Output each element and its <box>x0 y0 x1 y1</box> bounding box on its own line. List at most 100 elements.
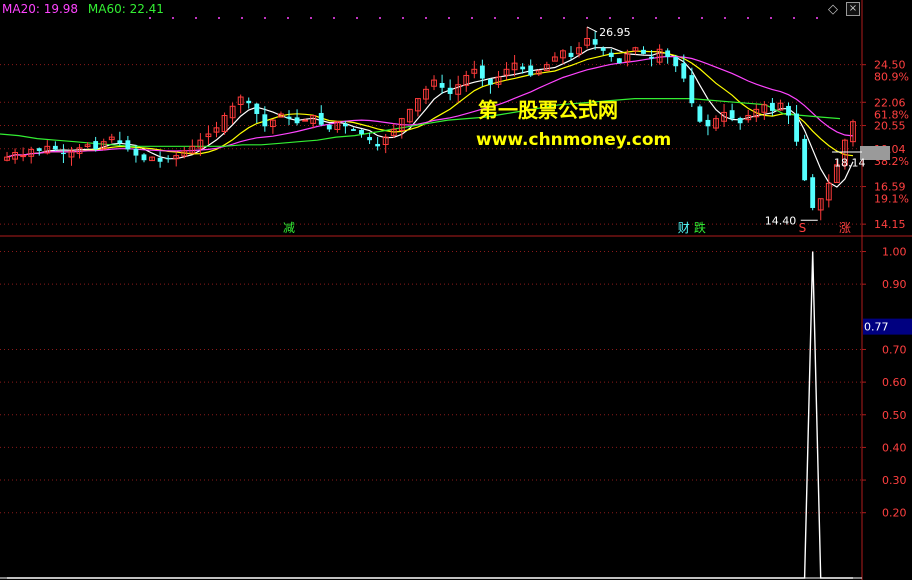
indicator-line <box>7 251 853 579</box>
top-dot <box>609 17 611 19</box>
candle-body <box>294 117 300 124</box>
watermark-title: 第一股票公式网 <box>478 98 618 122</box>
candle-body <box>375 143 381 147</box>
event-marker: 财 <box>678 221 690 235</box>
indicator-series <box>7 251 853 579</box>
top-dot <box>655 17 657 19</box>
top-dot <box>816 17 818 19</box>
ma-legend: MA20: 19.98 MA60: 22.41 <box>2 2 170 16</box>
top-dot <box>195 17 197 19</box>
event-marker: 减 <box>283 221 295 235</box>
top-dot <box>471 17 473 19</box>
candle-body <box>447 87 453 94</box>
top-dot <box>540 17 542 19</box>
candle-body <box>157 157 163 162</box>
candle-body <box>61 152 66 155</box>
top-dot <box>724 17 726 19</box>
candle-body <box>616 58 622 64</box>
close-button[interactable]: × <box>846 2 860 16</box>
top-dot <box>425 17 427 19</box>
top-dot <box>793 17 795 19</box>
top-dot <box>310 17 312 19</box>
candle-body <box>52 145 58 150</box>
candle-body <box>592 39 598 45</box>
event-marker: 跌 <box>694 220 706 235</box>
candle-body <box>689 75 695 104</box>
indicator-tick-label: 0.50 <box>882 409 907 422</box>
indicator-tick-label: 0.70 <box>882 343 907 356</box>
candle-body <box>246 100 252 104</box>
candle-body <box>359 129 364 135</box>
top-dot <box>356 17 358 19</box>
candle-body <box>528 65 534 76</box>
top-dot <box>678 17 680 19</box>
top-dot <box>747 17 749 19</box>
current-price-label: 18.14 <box>834 157 866 170</box>
indicator-tick-label: 1.00 <box>882 246 907 259</box>
candle-body <box>649 56 654 59</box>
indicator-current-label: 0.77 <box>864 321 889 334</box>
low-label: 14.40 <box>765 214 797 227</box>
indicator-tick-label: 0.60 <box>882 376 907 389</box>
stock-chart: 24.5080.9%22.0661.8%20.5519.0438.2%16.59… <box>0 0 912 580</box>
candle-body <box>705 119 711 127</box>
candle-body <box>367 137 372 141</box>
candle-body <box>302 119 309 122</box>
candle-body <box>786 105 791 116</box>
candle-body <box>262 114 268 127</box>
top-dot <box>402 17 404 19</box>
top-dot <box>770 17 772 19</box>
indicator-grid <box>0 251 862 579</box>
top-dot <box>333 17 335 19</box>
candle-body <box>681 63 687 79</box>
candle-body <box>608 52 614 57</box>
candle-body <box>665 50 671 57</box>
high-label: 26.95 <box>599 26 631 39</box>
candle-body <box>36 148 42 151</box>
candle-body <box>697 106 703 122</box>
diamond-icon[interactable]: ◇ <box>828 2 838 17</box>
candle-body <box>93 141 99 150</box>
candle-body <box>439 83 445 88</box>
candle-body <box>729 110 735 119</box>
top-dot <box>379 17 381 19</box>
candle-body <box>479 65 485 79</box>
ma20-line <box>6 55 854 158</box>
candle-body <box>673 57 679 67</box>
moving-averages <box>0 47 854 188</box>
watermark-url: www.chnmoney.com <box>476 130 672 150</box>
candle-body <box>165 158 171 160</box>
legend-ma20: MA20: 19.98 <box>2 2 79 16</box>
high-pointer <box>586 26 598 33</box>
indicator-tick-label: 0.40 <box>882 441 907 454</box>
top-dot <box>149 17 151 19</box>
top-dot <box>218 17 220 19</box>
candle-body <box>318 112 324 125</box>
top-dot <box>563 17 565 19</box>
candle-body <box>20 155 27 158</box>
candle-body <box>802 138 808 181</box>
candle-body <box>351 129 356 131</box>
candle-body <box>769 102 775 111</box>
candle-body <box>568 52 574 57</box>
top-dot <box>172 17 174 19</box>
price-tick-label: 14.15 <box>874 218 906 231</box>
top-dot <box>517 17 519 19</box>
candle-body <box>286 116 292 119</box>
candle-body <box>117 140 123 144</box>
price-pct-label: 19.1% <box>874 193 909 206</box>
candle-body <box>342 123 348 127</box>
indicator-tick-label: 0.20 <box>882 507 907 520</box>
indicator-axis: 1.00 0.90 0.70 0.60 0.50 0.40 0.30 0.20 0.77 <box>862 246 912 520</box>
top-dot <box>586 17 588 19</box>
candle-body <box>133 148 139 156</box>
candle-body <box>141 154 147 161</box>
candle-body <box>600 47 606 51</box>
top-dot <box>494 17 496 19</box>
indicator-tick-label: 0.90 <box>882 278 907 291</box>
top-dot <box>241 17 243 19</box>
event-marker: S <box>799 221 807 235</box>
candle-body <box>254 103 260 114</box>
candle-body <box>737 117 743 124</box>
event-marker: 涨 <box>839 220 851 235</box>
